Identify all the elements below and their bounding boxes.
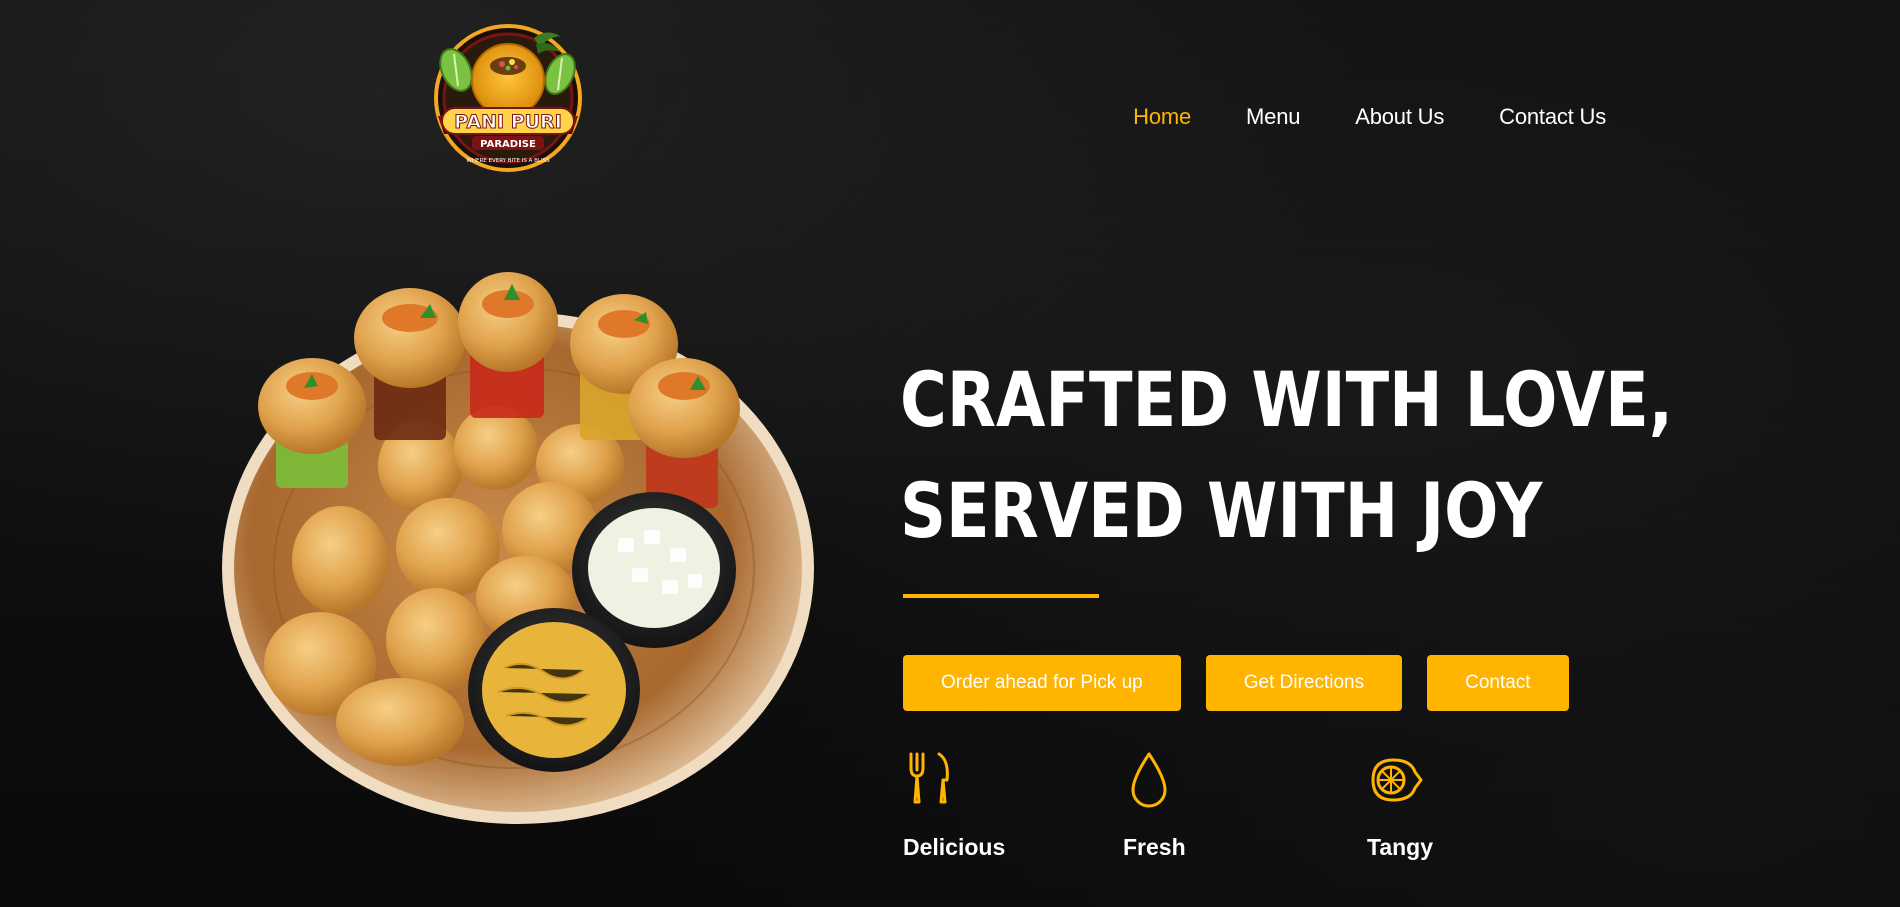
svg-text:PARADISE: PARADISE (480, 139, 536, 150)
nav-about-us[interactable]: About Us (1355, 104, 1444, 130)
feature-delicious: Delicious (903, 750, 1063, 860)
headline-line-2: SERVED WITH JOY (900, 466, 1543, 555)
hero-actions: Order ahead for Pick up Get Directions C… (903, 655, 1569, 711)
nav-home[interactable]: Home (1133, 104, 1191, 130)
water-drop-icon (1131, 752, 1167, 808)
brand-logo[interactable]: PANI PURI PARADISE WHERE EVERY BITE IS A… (424, 18, 592, 182)
contact-button[interactable]: Contact (1427, 655, 1569, 711)
pani-puri-plate-image (214, 268, 818, 828)
main-nav: Home Menu About Us Contact Us (1133, 104, 1606, 130)
fork-knife-icon (909, 752, 949, 804)
pani-puri-logo-icon: PANI PURI PARADISE WHERE EVERY BITE IS A… (434, 24, 582, 172)
svg-text:PANI PURI: PANI PURI (454, 111, 562, 133)
order-pickup-button[interactable]: Order ahead for Pick up (903, 655, 1181, 711)
feature-label: Fresh (1123, 834, 1186, 860)
lemon-icon (1371, 758, 1423, 802)
nav-menu[interactable]: Menu (1246, 104, 1300, 130)
feature-fresh: Fresh (1123, 750, 1283, 860)
nav-contact-us[interactable]: Contact Us (1499, 104, 1606, 130)
svg-text:WHERE EVERY BITE IS A BLISS: WHERE EVERY BITE IS A BLISS (466, 158, 550, 164)
feature-list: Delicious Fresh Tangy (903, 750, 1463, 890)
hero-headline: CRAFTED WITH LOVE, SERVED WITH JOY (900, 344, 1674, 566)
get-directions-button[interactable]: Get Directions (1205, 655, 1403, 711)
feature-tangy: Tangy (1367, 750, 1527, 860)
feature-label: Delicious (903, 834, 1006, 860)
headline-line-1: CRAFTED WITH LOVE, (900, 355, 1674, 444)
accent-divider (903, 594, 1099, 598)
feature-label: Tangy (1367, 834, 1434, 860)
